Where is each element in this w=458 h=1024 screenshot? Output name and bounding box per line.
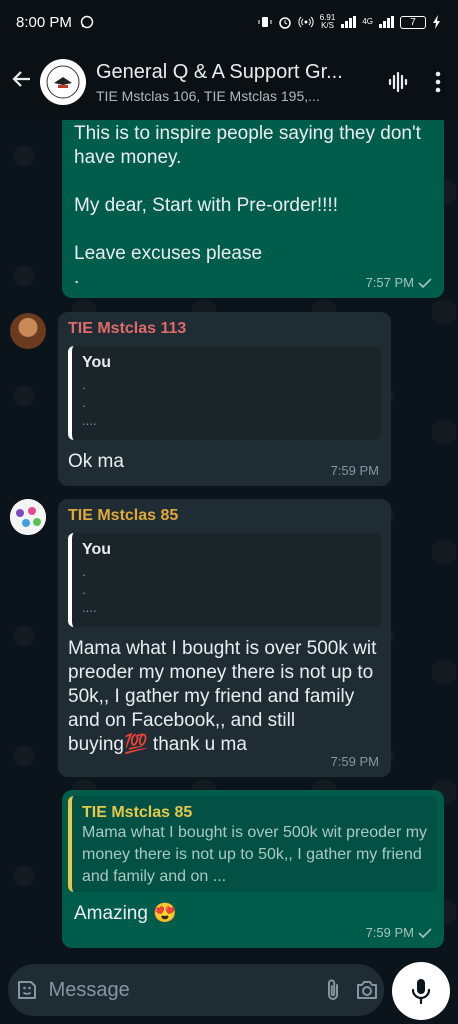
back-button[interactable] — [10, 67, 40, 98]
quoted-sender: You — [82, 354, 112, 371]
group-members: TIE Mstclas 106, TIE Mstclas 195,... — [96, 87, 320, 104]
chat-area[interactable]: This is to inspire people saying they do… — [0, 120, 458, 960]
message-timestamp: 7:59 PM — [365, 925, 414, 940]
paperclip-icon — [327, 979, 338, 1000]
esh-kids-logo-icon — [10, 499, 46, 535]
quoted-message[interactable]: You . . .... — [68, 346, 381, 440]
status-bar: 8:00 PM 6.91 K/S 4G 7 — [0, 0, 458, 44]
chat-title-area[interactable]: General Q & A Support Gr... TIE Mstclas … — [96, 61, 378, 104]
vibrate-icon — [258, 17, 272, 27]
signal-icon — [341, 16, 357, 28]
camera-icon — [356, 981, 377, 999]
more-options-button[interactable] — [418, 71, 458, 93]
message-text: Mama what I bought is over 500k wit preo… — [68, 638, 377, 755]
sticker-icon — [18, 981, 37, 999]
message-time: 7:59 PM — [331, 463, 379, 478]
sender-avatar[interactable] — [10, 313, 46, 349]
group-title: General Q & A Support Gr... — [96, 60, 343, 83]
message-incoming[interactable]: TIE Mstclas 85 You . . .... Mama what I … — [58, 499, 391, 777]
quoted-text: . . .... — [82, 564, 97, 615]
attach-button[interactable] — [316, 978, 350, 1002]
message-timestamp: 7:59 PM — [330, 754, 379, 769]
quoted-sender: TIE Mstclas 85 — [82, 804, 193, 821]
network-speed: 6.91 K/S — [320, 14, 336, 30]
hotspot-icon — [298, 16, 314, 28]
compose-bar — [0, 960, 458, 1024]
sender-name: TIE Mstclas 85 — [68, 507, 179, 524]
network-speed-unit: K/S — [321, 21, 334, 30]
emoji-button[interactable] — [8, 978, 47, 1002]
camera-button[interactable] — [350, 979, 384, 1001]
signal-icon-2 — [379, 16, 394, 28]
quoted-message[interactable]: You . . .... — [68, 533, 381, 627]
sender-name: TIE Mstclas 113 — [68, 320, 187, 337]
message-time: 7:59 PM — [366, 925, 432, 940]
message-input[interactable] — [46, 977, 316, 1003]
message-outgoing[interactable]: This is to inspire people saying they do… — [62, 120, 444, 298]
network-type: 4G — [362, 17, 373, 26]
voice-message-button[interactable] — [392, 962, 450, 1020]
status-time: 8:00 PM — [16, 13, 72, 31]
microphone-icon — [411, 979, 431, 1005]
more-vertical-icon — [435, 71, 441, 93]
group-avatar[interactable] — [40, 59, 86, 105]
battery-level: 7 — [410, 16, 416, 28]
message-text: Amazing 😍 — [74, 903, 177, 924]
message-time: 7:59 PM — [331, 754, 379, 769]
whatsapp-icon — [80, 15, 94, 29]
check-icon — [418, 277, 432, 288]
audio-wave-icon — [388, 71, 408, 93]
message-timestamp: 7:57 PM — [365, 275, 414, 290]
message-incoming[interactable]: TIE Mstclas 113 You . . .... Ok ma 7:59 … — [58, 312, 391, 486]
quoted-text: . . .... — [82, 377, 97, 428]
battery-icon: 7 — [400, 15, 426, 29]
alarm-icon — [279, 17, 291, 29]
group-logo-icon — [46, 65, 80, 99]
chat-header: General Q & A Support Gr... TIE Mstclas … — [0, 44, 458, 120]
check-icon — [418, 927, 432, 938]
message-input-container — [8, 964, 384, 1016]
message-timestamp: 7:59 PM — [330, 463, 379, 478]
message-time: 7:57 PM — [366, 275, 432, 290]
sender-avatar[interactable] — [10, 499, 46, 535]
message-outgoing[interactable]: TIE Mstclas 85 Mama what I bought is ove… — [62, 790, 444, 948]
charging-icon — [433, 15, 440, 29]
quoted-message[interactable]: TIE Mstclas 85 Mama what I bought is ove… — [68, 796, 438, 892]
arrow-left-icon — [12, 70, 30, 87]
quoted-text: Mama what I bought is over 500k wit preo… — [82, 824, 428, 885]
voice-chat-button[interactable] — [378, 70, 418, 94]
quoted-sender: You — [82, 541, 112, 558]
message-text: This is to inspire people saying they do… — [74, 123, 421, 288]
